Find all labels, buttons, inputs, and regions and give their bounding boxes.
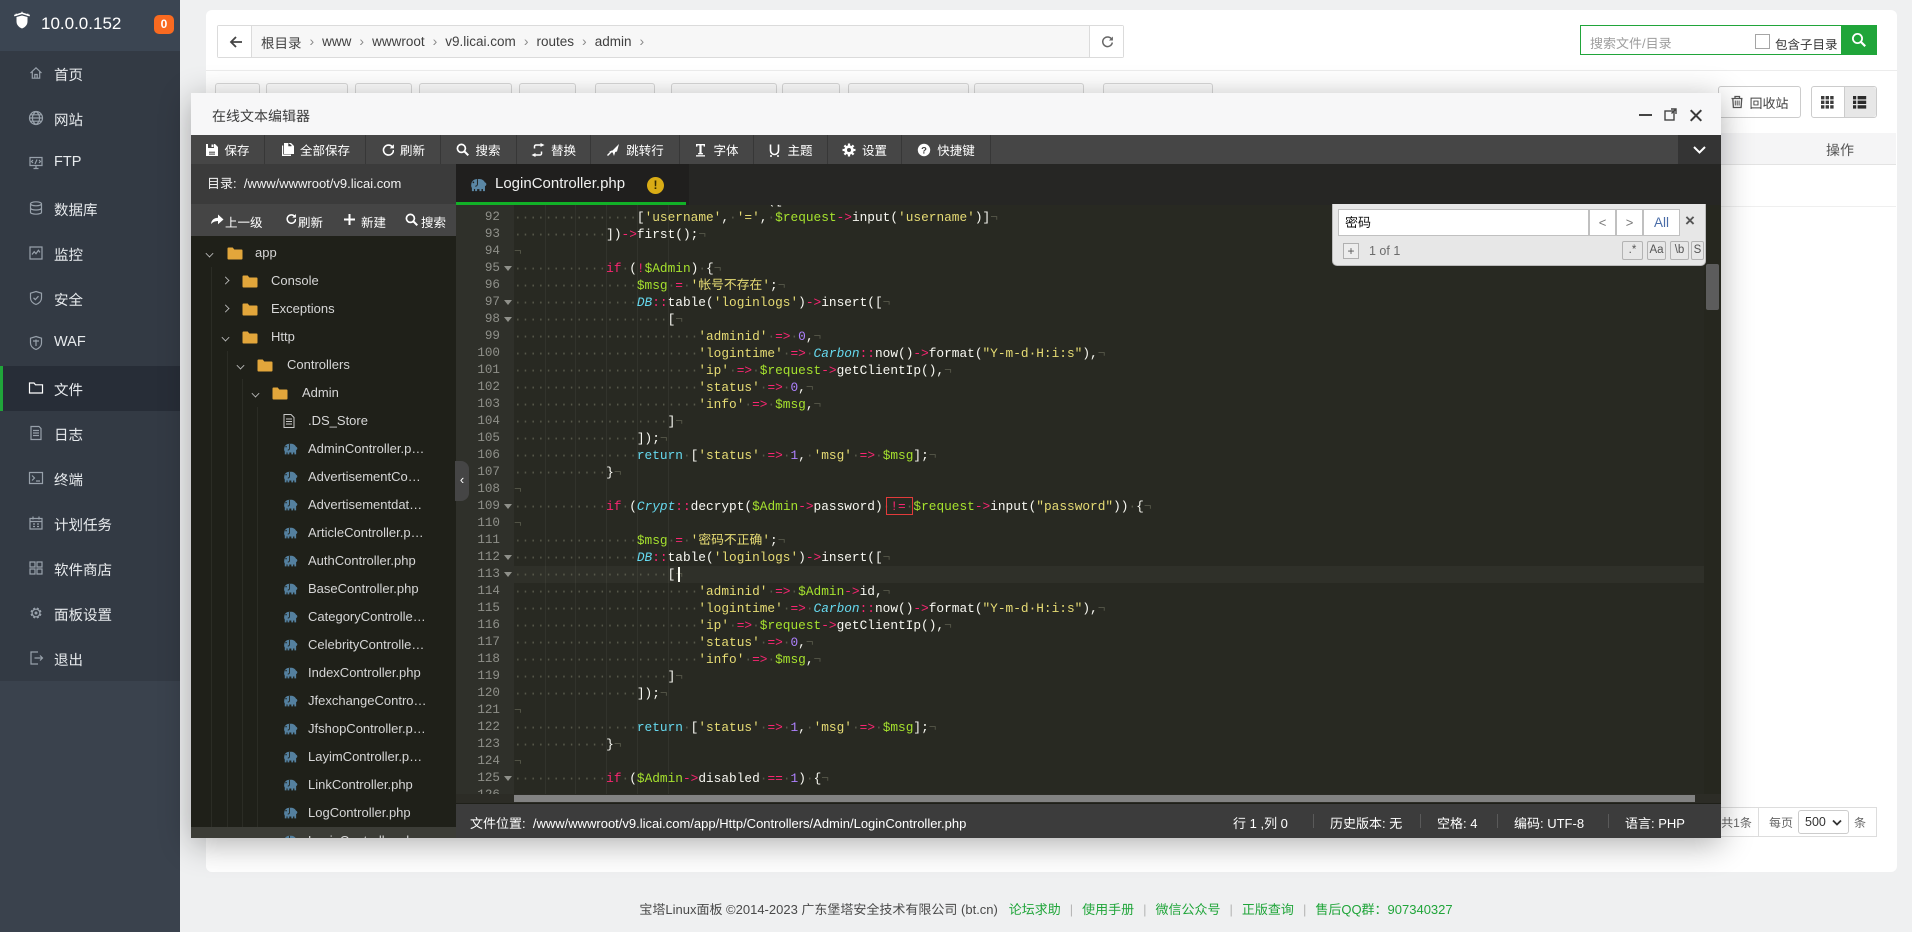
svg-text:?: ? bbox=[921, 145, 927, 156]
